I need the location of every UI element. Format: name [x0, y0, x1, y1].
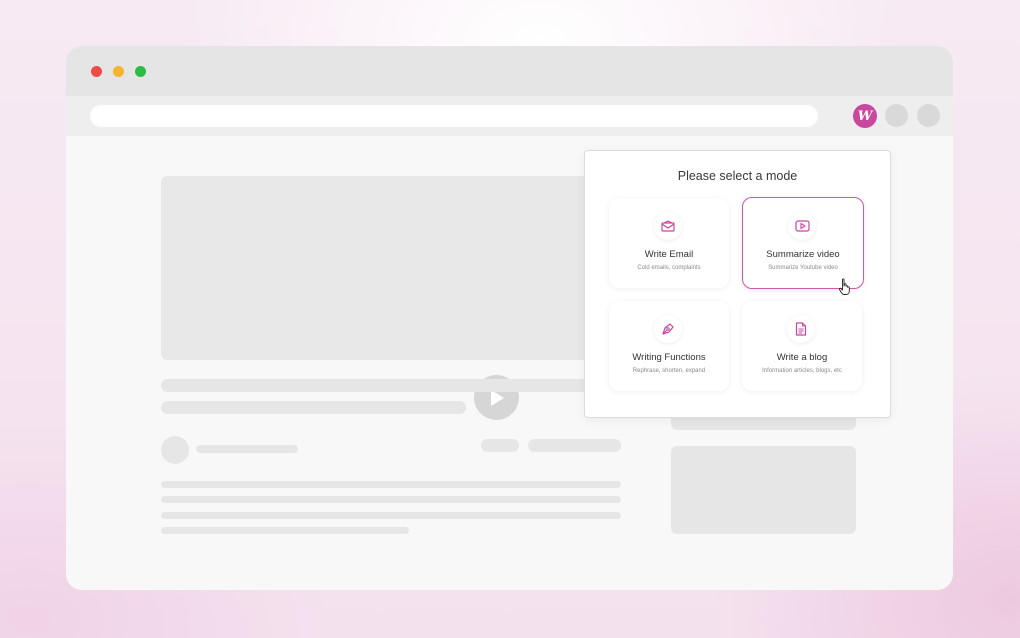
title-line-placeholder: [161, 379, 641, 392]
mode-label: Writing Functions: [632, 352, 706, 363]
popup-title: Please select a mode: [677, 169, 798, 183]
hand-pointer-cursor-icon: [838, 278, 850, 295]
mode-description: Cold emails, complaints: [637, 265, 701, 271]
text-line-placeholder: [161, 481, 621, 488]
extension-placeholder-icon[interactable]: [885, 104, 908, 127]
text-line-placeholder: [161, 527, 409, 534]
mode-card-write-email[interactable]: Write Email Cold emails, complaints: [609, 198, 729, 288]
extension-placeholder-icon[interactable]: [917, 104, 940, 127]
address-bar[interactable]: [90, 105, 818, 127]
action-button-placeholder: [528, 439, 621, 452]
title-line-placeholder: [161, 401, 466, 414]
close-window-button[interactable]: [91, 66, 102, 77]
mode-card-write-blog[interactable]: Write a blog Information articles, blogs…: [742, 301, 862, 391]
text-line-placeholder: [161, 512, 621, 519]
browser-toolbar: W: [66, 96, 953, 136]
pen-nib-icon: [654, 315, 682, 343]
mode-description: Summarize Youtube video: [768, 265, 838, 271]
mode-description: Information articles, blogs, etc: [762, 368, 842, 374]
minimize-window-button[interactable]: [113, 66, 124, 77]
mode-card-summarize-video[interactable]: Summarize video Summarize Youtube video: [742, 197, 864, 289]
envelope-icon: [654, 212, 682, 240]
channel-name-placeholder: [196, 445, 298, 453]
maximize-window-button[interactable]: [135, 66, 146, 77]
video-player-placeholder[interactable]: [161, 176, 641, 420]
document-icon: [787, 315, 815, 343]
writer-logo-icon[interactable]: W: [853, 104, 877, 128]
extension-letter: W: [857, 108, 873, 124]
sidebar-card-placeholder: [671, 446, 856, 534]
text-line-placeholder: [161, 496, 621, 503]
title-bar: [66, 46, 953, 96]
avatar: [161, 436, 189, 464]
mode-label: Write Email: [644, 249, 694, 260]
mode-label: Summarize video: [766, 249, 840, 260]
mode-description: Rephrase, shorten, expand: [632, 368, 706, 374]
mode-card-writing-functions[interactable]: Writing Functions Rephrase, shorten, exp…: [609, 301, 729, 391]
mode-label: Write a blog: [776, 352, 828, 363]
video-play-icon: [788, 212, 816, 240]
action-button-placeholder: [481, 439, 519, 452]
